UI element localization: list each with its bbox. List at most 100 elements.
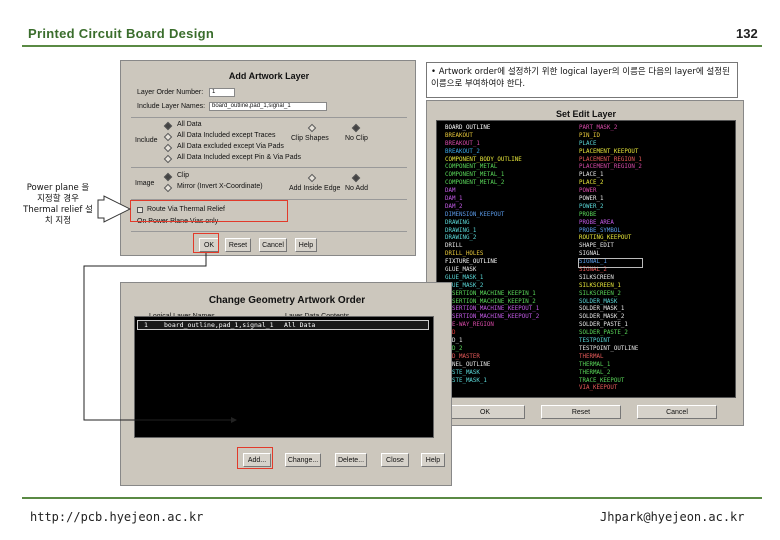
set-edit-reset-button[interactable]: Reset (541, 405, 621, 419)
layer-item[interactable]: COMPONENT_METAL_1 (445, 172, 539, 180)
layer-item[interactable]: PROBE_AREA (579, 220, 642, 228)
layer-item[interactable]: DAM_1 (445, 196, 539, 204)
include-all-data-radio[interactable] (163, 121, 173, 131)
layer-item[interactable]: COMPONENT_METAL (445, 164, 539, 172)
layer-item[interactable]: ROUTING_KEEPOUT (579, 235, 642, 243)
close-button[interactable]: Close (381, 453, 409, 467)
artwork-order-list[interactable]: 1 board_outline,pad_1,signal_1 All Data (134, 316, 434, 438)
layer-item[interactable]: INSERTION_MACHINE_KEEPIN_2 (445, 299, 539, 307)
layer-item[interactable]: PROBE (579, 212, 642, 220)
footer-url: http://pcb.hyejeon.ac.kr (30, 510, 204, 524)
layer-item[interactable]: PROBE_SYMBOL (579, 228, 642, 236)
ok-highlight (193, 233, 219, 253)
layer-item[interactable]: COMPONENT_BODY_OUTLINE (445, 157, 539, 165)
layer-item[interactable]: PLACE (579, 141, 642, 149)
layer-item[interactable]: GLUE_MASK_1 (445, 275, 539, 283)
layer-item[interactable]: PART_MASK_2 (579, 125, 642, 133)
layer-item[interactable]: PAD_MASTER (445, 354, 539, 362)
layer-item[interactable]: BOARD_OUTLINE (445, 125, 539, 133)
layer-item[interactable]: COMPONENT_METAL_2 (445, 180, 539, 188)
layer-item[interactable]: PLACE_2 (579, 180, 642, 188)
layer-item[interactable]: SIGNAL_2 (579, 267, 642, 275)
layer-item[interactable]: TRACE_KEEPOUT (579, 378, 642, 386)
layer-item[interactable]: DRAWING_1 (445, 228, 539, 236)
layer-item[interactable]: PAD (445, 330, 539, 338)
layer-item[interactable]: SOLDER_PASTE_2 (579, 330, 642, 338)
layer-item[interactable]: BREAKOUT_1 (445, 141, 539, 149)
layer-item[interactable]: SILKSCREEN_2 (579, 291, 642, 299)
layer-item[interactable]: SILKSCREEN_1 (579, 283, 642, 291)
layer-item[interactable]: VIA_KEEPOUT (579, 385, 642, 393)
layer-item[interactable]: GLUE_MASK (445, 267, 539, 275)
layer-order-field[interactable]: 1 (209, 88, 235, 97)
layer-item[interactable]: SILKSCREEN (579, 275, 642, 283)
layer-item[interactable]: SOLDER_MASK (579, 299, 642, 307)
no-clip-label: No Clip (345, 135, 368, 142)
layer-item[interactable]: BREAKOUT_2 (445, 149, 539, 157)
layer-item[interactable]: PLACEMENT_REGION_1 (579, 157, 642, 165)
layer-item[interactable]: SOLDER_MASK_1 (579, 306, 642, 314)
layer-item[interactable]: ONE-WAY_REGION (445, 322, 539, 330)
layer-item[interactable]: BREAKOUT (445, 133, 539, 141)
layer-item[interactable]: POWER_2 (579, 204, 642, 212)
layer-item[interactable]: POWER_1 (579, 196, 642, 204)
add-highlight (237, 447, 273, 469)
layer-list[interactable]: BOARD_OUTLINE BREAKOUT BREAKOUT_1 BREAKOUT_… (436, 120, 736, 398)
layer-item[interactable]: PLACEMENT_REGION_2 (579, 164, 642, 172)
layer-item[interactable]: DRILL (445, 243, 539, 251)
include-pin-via-pads-radio[interactable] (163, 154, 173, 164)
layer-item[interactable]: DAM_2 (445, 204, 539, 212)
help-button[interactable]: Help (421, 453, 445, 467)
cancel-button[interactable]: Cancel (259, 238, 287, 252)
layer-item[interactable]: DRAWING_2 (445, 235, 539, 243)
image-clip-radio[interactable] (163, 172, 173, 182)
layer-item[interactable]: DRAWING (445, 220, 539, 228)
layer-item[interactable]: PAD_1 (445, 338, 539, 346)
layer-item[interactable]: DIMENSION_KEEPOUT (445, 212, 539, 220)
layer-item[interactable]: SHAPE_EDIT (579, 243, 642, 251)
layer-item[interactable]: SIGNAL_1 (578, 258, 643, 269)
no-clip-radio[interactable] (351, 123, 361, 133)
layer-item[interactable]: TESTPOINT (579, 338, 642, 346)
layer-item[interactable]: INSERTION_MACHINE_KEEPIN_1 (445, 291, 539, 299)
layer-item[interactable]: SOLDER_PASTE_1 (579, 322, 642, 330)
clip-shapes-radio[interactable] (307, 123, 317, 133)
layer-item[interactable]: DAM (445, 188, 539, 196)
include-option-label: All Data Included except Traces (177, 132, 276, 139)
layer-item[interactable]: PLACEMENT_KEEPOUT (579, 149, 642, 157)
layer-item[interactable]: PAD_2 (445, 346, 539, 354)
layer-item[interactable]: INSERTION_MACHINE_KEEPOUT_2 (445, 314, 539, 322)
layer-item[interactable]: FIXTURE_OUTLINE (445, 259, 539, 267)
layer-item[interactable]: PASTE_MASK (445, 370, 539, 378)
layer-item[interactable]: PIN_ID (579, 133, 642, 141)
layer-item[interactable]: SIGNAL (579, 251, 642, 259)
layer-item[interactable]: POWER (579, 188, 642, 196)
include-except-traces-radio[interactable] (163, 132, 173, 142)
delete-button[interactable]: Delete... (335, 453, 367, 467)
no-add-radio[interactable] (351, 173, 361, 183)
layer-item[interactable]: INSERTION_MACHINE_KEEPOUT_1 (445, 306, 539, 314)
include-names-field[interactable]: board_outline,pad_1,signal_1 (209, 102, 327, 111)
artwork-order-note: • Artwork order에 설정하기 위한 logical layer의 … (426, 62, 738, 98)
layer-item[interactable]: SOLDER_MASK_2 (579, 314, 642, 322)
layer-item[interactable]: PASTE_MASK_1 (445, 378, 539, 386)
set-edit-cancel-button[interactable]: Cancel (637, 405, 717, 419)
layer-item[interactable]: TESTPOINT_OUTLINE (579, 346, 642, 354)
reset-button[interactable]: Reset (225, 238, 251, 252)
layer-item[interactable]: GLUE_MASK_2 (445, 283, 539, 291)
layer-item[interactable]: THERMAL_1 (579, 362, 642, 370)
layer-item[interactable]: PANEL_OUTLINE (445, 362, 539, 370)
image-option-label: Mirror (Invert X-Coordinate) (177, 183, 263, 190)
add-inside-edge-radio[interactable] (307, 173, 317, 183)
layer-item[interactable]: DRILL_HOLES (445, 251, 539, 259)
layer-item[interactable]: PLACE_1 (579, 172, 642, 180)
layer-item[interactable]: THERMAL_2 (579, 370, 642, 378)
image-mirror-radio[interactable] (163, 183, 173, 193)
help-button[interactable]: Help (295, 238, 317, 252)
artwork-order-row[interactable]: 1 board_outline,pad_1,signal_1 All Data (137, 320, 429, 330)
set-edit-ok-button[interactable]: OK (445, 405, 525, 419)
change-button[interactable]: Change... (285, 453, 321, 467)
power-plane-callout: Power plane 을 지정할 경우 Thermal relief 설치 지… (23, 183, 93, 226)
include-via-pads-radio[interactable] (163, 143, 173, 153)
layer-item[interactable]: THERMAL (579, 354, 642, 362)
